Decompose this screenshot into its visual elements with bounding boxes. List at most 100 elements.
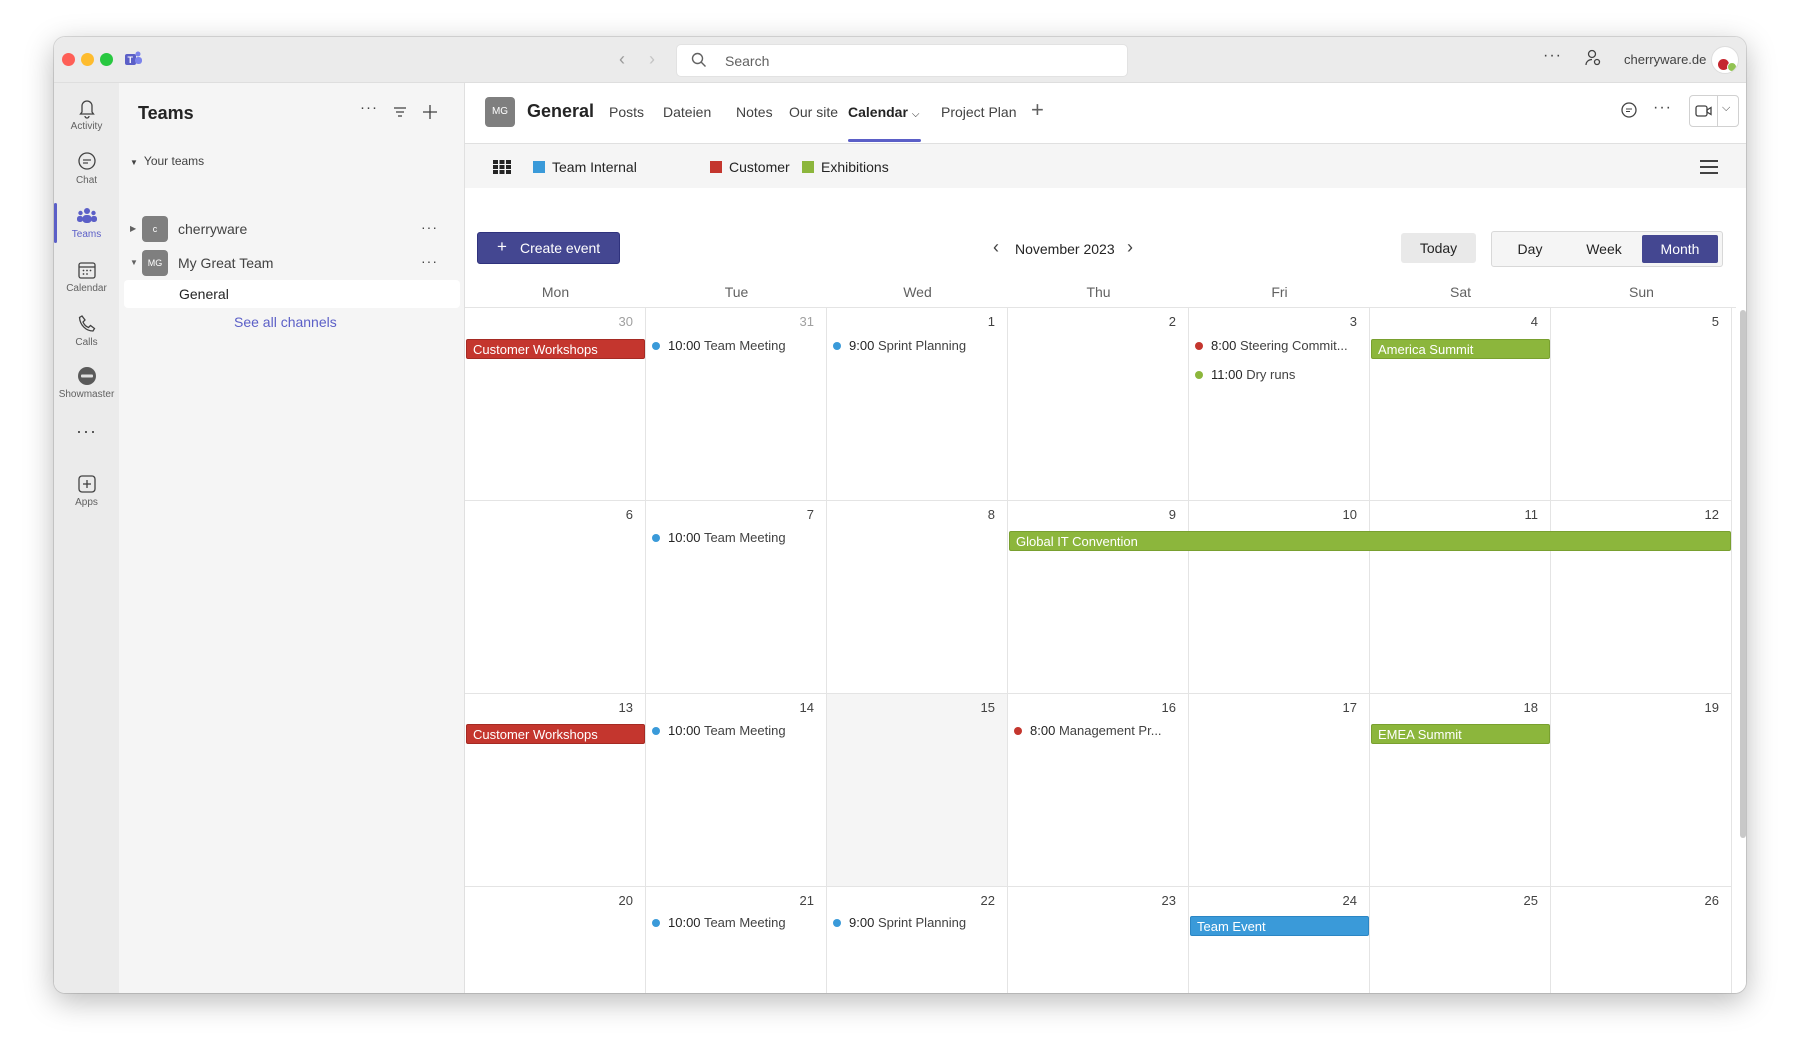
day-cell[interactable]: 8 [827, 501, 1008, 694]
more-options-icon[interactable]: ··· [1653, 99, 1672, 117]
event-dot [1195, 371, 1203, 379]
calendar-icon [77, 262, 96, 279]
see-all-channels-link[interactable]: See all channels [234, 314, 337, 330]
event-dry-runs[interactable]: 11:00 Dry runs [1195, 367, 1295, 382]
day-cell[interactable]: 22 [827, 887, 1008, 993]
day-cell[interactable]: 6 [465, 501, 646, 694]
org-name[interactable]: cherryware.de [1624, 52, 1706, 67]
calendar-scrollbar[interactable] [1740, 310, 1746, 838]
add-icon[interactable] [419, 101, 441, 123]
your-teams-section[interactable]: ▼ Your teams [130, 154, 204, 168]
day-cell[interactable]: 15 [827, 694, 1008, 887]
more-options-icon[interactable]: ··· [1543, 47, 1562, 65]
event-team-meeting[interactable]: 10:00 Team Meeting [652, 338, 786, 353]
day-number: 13 [618, 700, 633, 715]
day-cell[interactable]: 30 [465, 308, 646, 501]
event-management-presentation[interactable]: 8:00 Management Pr... [1014, 723, 1162, 738]
week-view-button[interactable]: Week [1568, 235, 1640, 263]
tab-our-site[interactable]: Our site [789, 104, 838, 120]
day-cell[interactable]: 21 [646, 887, 827, 993]
tab-project-plan[interactable]: Project Plan [941, 104, 1016, 120]
more-apps-icon[interactable]: ··· [54, 421, 119, 442]
rail-item-calls[interactable]: Calls [54, 307, 119, 357]
tab-dateien[interactable]: Dateien [663, 104, 711, 120]
rail-item-calendar[interactable]: Calendar [54, 253, 119, 303]
event-team-meeting[interactable]: 10:00 Team Meeting [652, 530, 786, 545]
month-view-button[interactable]: Month [1642, 235, 1718, 263]
back-arrow-icon[interactable]: ‹ [619, 49, 625, 70]
tab-posts[interactable]: Posts [609, 104, 644, 120]
prev-month-arrow-icon[interactable]: ‹ [993, 237, 999, 258]
meet-button[interactable]: ⌵ [1689, 95, 1739, 127]
day-cell[interactable]: 1 [827, 308, 1008, 501]
event-team-meeting[interactable]: 10:00 Team Meeting [652, 915, 786, 930]
day-cell[interactable]: 25 [1370, 887, 1551, 993]
day-cell[interactable]: 5 [1551, 308, 1732, 501]
forward-arrow-icon[interactable]: › [649, 49, 655, 70]
event-customer-workshops[interactable]: Customer Workshops [466, 339, 645, 359]
today-button[interactable]: Today [1401, 233, 1476, 263]
day-cell[interactable]: 11 [1370, 501, 1551, 694]
event-team-event[interactable]: Team Event [1190, 916, 1369, 936]
day-cell[interactable]: 26 [1551, 887, 1732, 993]
day-cell[interactable]: 9 [1008, 501, 1189, 694]
month-label: November 2023 [1015, 241, 1115, 257]
add-tab-icon[interactable]: + [1031, 97, 1044, 123]
create-event-button[interactable]: + Create event [477, 232, 620, 264]
day-cell[interactable]: 24 [1189, 887, 1370, 993]
close-window-button[interactable] [62, 53, 75, 66]
day-cell[interactable]: 10 [1189, 501, 1370, 694]
day-cell[interactable]: 23 [1008, 887, 1189, 993]
rail-item-teams[interactable]: Teams [54, 199, 119, 249]
event-dot [833, 342, 841, 350]
zoom-window-button[interactable] [100, 53, 113, 66]
legend-team-internal[interactable]: Team Internal [533, 159, 637, 175]
team-more-icon[interactable]: ··· [421, 219, 438, 235]
day-cell[interactable]: 4 [1370, 308, 1551, 501]
event-emea-summit[interactable]: EMEA Summit [1371, 724, 1550, 744]
rail-item-apps[interactable]: Apps [54, 467, 119, 517]
user-avatar[interactable] [1711, 46, 1739, 74]
rail-item-showmaster[interactable]: Showmaster [54, 359, 119, 409]
filter-icon[interactable] [389, 101, 411, 123]
day-cell[interactable]: 3 [1189, 308, 1370, 501]
event-sprint-planning[interactable]: 9:00 Sprint Planning [833, 338, 966, 353]
team-more-icon[interactable]: ··· [421, 253, 438, 269]
day-cell[interactable]: 31 [646, 308, 827, 501]
day-number: 8 [987, 507, 995, 522]
team-row-cherryware[interactable]: ▶ c cherryware ··· [119, 213, 464, 245]
minimize-window-button[interactable] [81, 53, 94, 66]
day-number: 3 [1349, 314, 1357, 329]
search-input[interactable]: Search [676, 44, 1128, 77]
channel-general[interactable]: General [124, 280, 460, 308]
event-team-meeting[interactable]: 10:00 Team Meeting [652, 723, 786, 738]
rail-item-activity[interactable]: Activity [54, 91, 119, 141]
people-settings-icon[interactable] [1584, 49, 1602, 67]
grid-view-icon[interactable] [493, 160, 511, 174]
event-global-it-convention[interactable]: Global IT Convention [1009, 531, 1731, 551]
day-cell[interactable]: 12 [1551, 501, 1732, 694]
event-customer-workshops[interactable]: Customer Workshops [466, 724, 645, 744]
caret-down-icon: ▼ [130, 158, 138, 167]
day-cell[interactable]: 13 [465, 694, 646, 887]
event-steering-committee[interactable]: 8:00 Steering Commit... [1195, 338, 1348, 353]
next-month-arrow-icon[interactable]: › [1127, 237, 1133, 258]
legend-customer[interactable]: Customer [710, 159, 790, 175]
rail-item-chat[interactable]: Chat [54, 145, 119, 195]
day-cell[interactable]: 18 [1370, 694, 1551, 887]
event-america-summit[interactable]: America Summit [1371, 339, 1550, 359]
tab-notes[interactable]: Notes [736, 104, 773, 120]
tab-calendar[interactable]: Calendar ⌵ [848, 104, 919, 120]
team-row-my-great-team[interactable]: ▼ MG My Great Team ··· [119, 247, 464, 279]
day-view-button[interactable]: Day [1496, 235, 1564, 263]
more-options-icon[interactable]: ··· [358, 99, 380, 121]
day-cell[interactable]: 19 [1551, 694, 1732, 887]
event-time: 10:00 [668, 530, 701, 545]
legend-exhibitions[interactable]: Exhibitions [802, 159, 889, 175]
day-cell[interactable]: 17 [1189, 694, 1370, 887]
day-cell[interactable]: 20 [465, 887, 646, 993]
conversation-icon[interactable] [1620, 101, 1638, 119]
day-cell[interactable]: 2 [1008, 308, 1189, 501]
event-sprint-planning[interactable]: 9:00 Sprint Planning [833, 915, 966, 930]
menu-icon[interactable] [1700, 160, 1718, 178]
